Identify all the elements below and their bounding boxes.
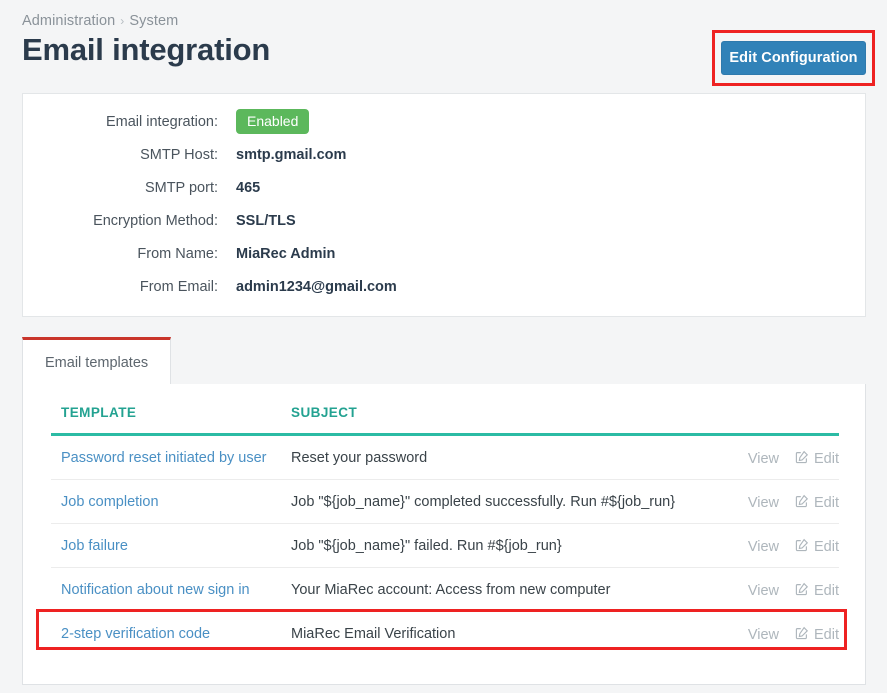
template-link[interactable]: Job completion [61,494,159,510]
config-row-encryption-method: Encryption Method: SSL/TLS [23,213,865,246]
pen-to-square-icon [795,450,809,468]
edit-action[interactable]: Edit [795,537,839,555]
config-row-smtp-host: SMTP Host: smtp.gmail.com [23,147,865,180]
table-cell-template: 2-step verification code [51,612,291,656]
template-link[interactable]: Job failure [61,538,128,554]
column-header-template[interactable]: TEMPLATE [51,405,291,436]
table-row: Job completion Job "${job_name}" complet… [51,479,839,524]
column-header-actions [711,405,839,436]
pen-to-square-icon [795,626,809,644]
table-cell-actions: View Edit [711,479,839,524]
table-cell-subject: Job "${job_name}" completed successfully… [291,479,711,524]
config-value-smtp-host: smtp.gmail.com [236,147,347,163]
table-body: Password reset initiated by user Reset y… [51,434,839,656]
breadcrumb-separator-icon: › [120,14,125,28]
table-header-row: TEMPLATE SUBJECT [51,405,839,436]
config-value-from-name: MiaRec Admin [236,246,336,262]
table-header: TEMPLATE SUBJECT [51,405,839,436]
view-action[interactable]: View [748,627,779,643]
table-cell-subject: MiaRec Email Verification [291,626,456,642]
edit-action[interactable]: Edit [795,493,839,511]
config-row-from-email: From Email: admin1234@gmail.com [23,279,865,312]
config-row-smtp-port: SMTP port: 465 [23,180,865,213]
table-row: Job failure Job "${job_name}" failed. Ru… [51,523,839,568]
table-cell-actions: View Edit [711,567,839,612]
config-label-from-name: From Name: [137,246,218,262]
table-cell-actions: View Edit [711,612,839,656]
edit-action-label: Edit [814,627,839,643]
view-action[interactable]: View [748,539,779,555]
edit-action-label: Edit [814,495,839,511]
tab-strip: Email templates [22,337,866,385]
table-cell-template: Job failure [51,523,291,568]
edit-action-label: Edit [814,583,839,599]
column-header-subject[interactable]: SUBJECT [291,405,711,436]
table-cell-actions: View Edit [711,434,839,480]
page-title: Email integration [22,32,271,67]
template-link[interactable]: Password reset initiated by user [61,450,267,466]
tab-email-templates[interactable]: Email templates [22,337,172,385]
view-action[interactable]: View [748,451,779,467]
table-row: Notification about new sign in Your MiaR… [51,567,839,612]
view-action[interactable]: View [748,583,779,599]
template-link[interactable]: Notification about new sign in [61,582,250,598]
edit-action[interactable]: Edit [795,449,839,467]
config-value-smtp-port: 465 [236,180,261,196]
email-templates-table: TEMPLATE SUBJECT Password reset initiate… [51,405,839,655]
pen-to-square-icon [795,582,809,600]
status-badge-email-integration: Enabled [236,109,310,134]
view-action[interactable]: View [748,495,779,511]
table-cell-subject: Your MiaRec account: Access from new com… [291,567,711,612]
email-configuration-panel: Email integration: Enabled SMTP Host: sm… [22,93,866,317]
table-cell-actions: View Edit [711,523,839,568]
page-root: Administration › System Email integration … [0,0,887,693]
template-link[interactable]: 2-step verification code [61,626,210,642]
table-cell-subject: Reset your password [291,434,711,480]
config-label-from-email: From Email: [139,279,218,295]
breadcrumb-item-administration[interactable]: Administration [22,13,115,29]
table-row: Password reset initiated by user Reset y… [51,434,839,480]
config-row-from-name: From Name: MiaRec Admin [23,246,865,279]
breadcrumb: Administration › System [22,13,178,29]
edit-action-label: Edit [814,539,839,555]
config-label-encryption-method: Encryption Method: [93,213,218,229]
config-label-email-integration: Email integration: [105,114,218,130]
email-templates-panel: TEMPLATE SUBJECT Password reset initiate… [22,384,866,685]
table-cell-template: Job completion [51,479,291,524]
table-cell-template: Password reset initiated by user [51,434,291,480]
config-label-smtp-port: SMTP port: [144,180,218,196]
pen-to-square-icon [795,538,809,556]
table-cell-subject: Job "${job_name}" failed. Run #${job_run… [291,523,711,568]
config-row-email-integration: Email integration: Enabled [23,109,865,147]
pen-to-square-icon [795,494,809,512]
config-value-from-email: admin1234@gmail.com [236,279,397,295]
edit-configuration-button[interactable]: Edit Configuration [721,41,866,75]
table-cell-template: Notification about new sign in [51,567,291,612]
table-row: 2-step verification code MiaRec Email Ve… [51,612,839,656]
config-label-smtp-host: SMTP Host: [140,147,218,163]
config-value-encryption-method: SSL/TLS [236,213,296,229]
breadcrumb-item-system[interactable]: System [129,13,178,29]
edit-action-label: Edit [814,451,839,467]
edit-action[interactable]: Edit [795,581,839,599]
edit-action[interactable]: Edit [795,625,839,643]
